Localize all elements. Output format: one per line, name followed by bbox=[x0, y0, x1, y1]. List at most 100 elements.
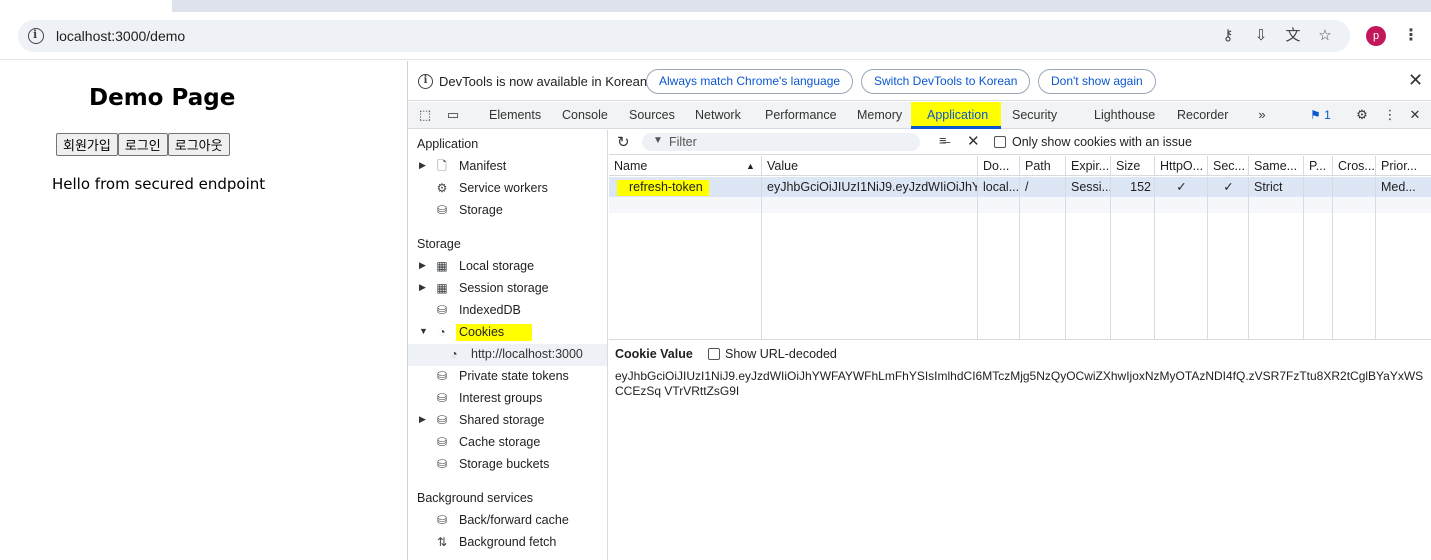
sidebar-item-background-fetch[interactable]: ⇅ Background fetch bbox=[408, 532, 607, 554]
inspect-element-icon[interactable]: ⬚ bbox=[417, 107, 433, 123]
column-divider bbox=[1304, 177, 1333, 339]
sidebar-item-label: Interest groups bbox=[459, 391, 543, 405]
collapse-arrow-icon[interactable]: ▼ bbox=[419, 326, 428, 336]
sidebar-item-label: Cache storage bbox=[459, 435, 541, 449]
clear-all-cookies-icon[interactable]: ≡̶ bbox=[939, 133, 947, 148]
sidebar-item-storage-buckets[interactable]: ⛁ Storage buckets bbox=[408, 454, 607, 476]
devtools-menu-icon[interactable]: ⋮ bbox=[1382, 107, 1398, 123]
only-issues-checkbox[interactable] bbox=[994, 136, 1006, 148]
tab-console[interactable]: Console bbox=[562, 108, 608, 122]
key-icon[interactable]: ⚷ bbox=[1219, 27, 1237, 45]
tab-memory[interactable]: Memory bbox=[857, 108, 902, 122]
sidebar-item-cookie-origin[interactable]: ◔ http://localhost:3000 bbox=[408, 344, 607, 366]
tab-lighthouse[interactable]: Lighthouse bbox=[1094, 108, 1155, 122]
sidebar-item-label: IndexedDB bbox=[459, 303, 521, 317]
sidebar-item-label: Background fetch bbox=[459, 535, 557, 549]
tab-network[interactable]: Network bbox=[695, 108, 741, 122]
sidebar-item-label: Service workers bbox=[459, 181, 548, 195]
delete-selected-icon[interactable]: ✕ bbox=[967, 132, 980, 150]
column-divider bbox=[1111, 177, 1155, 339]
filter-input[interactable]: ▼ Filter bbox=[642, 133, 920, 151]
sidebar-item-label: http://localhost:3000 bbox=[471, 347, 583, 361]
sidebar-item-interest-groups[interactable]: ⛁ Interest groups bbox=[408, 388, 607, 410]
switch-language-button[interactable]: Switch DevTools to Korean bbox=[861, 69, 1031, 94]
tab-security[interactable]: Security bbox=[1012, 108, 1057, 122]
filter-placeholder: Filter bbox=[669, 135, 697, 149]
cookie-value-text[interactable]: eyJhbGciOiJIUzI1NiJ9.eyJzdWIiOiJhYWFAYWF… bbox=[615, 369, 1430, 399]
logout-button[interactable]: 로그아웃 bbox=[167, 133, 230, 156]
sidebar-item-private-state-tokens[interactable]: ⛁ Private state tokens bbox=[408, 366, 607, 388]
match-language-button[interactable]: Always match Chrome's language bbox=[646, 69, 854, 94]
up-down-arrows-icon: ⇅ bbox=[436, 535, 448, 549]
browser-menu-icon[interactable]: ⋮ bbox=[1403, 25, 1419, 47]
gears-icon: ⚙ bbox=[436, 181, 448, 195]
tab-sources[interactable]: Sources bbox=[629, 108, 675, 122]
profile-avatar[interactable]: p bbox=[1366, 26, 1386, 46]
column-header-httponly[interactable]: HttpO... bbox=[1155, 156, 1208, 176]
devtools-tabs: ⬚ ▭ Elements Console Sources Network Per… bbox=[408, 102, 1431, 129]
site-info-icon[interactable] bbox=[28, 28, 44, 44]
filter-icon: ▼ bbox=[653, 135, 663, 146]
active-tab-underline bbox=[911, 126, 1001, 129]
sidebar-item-back-forward-cache[interactable]: ⛁ Back/forward cache bbox=[408, 510, 607, 532]
only-issues-label: Only show cookies with an issue bbox=[1012, 135, 1192, 149]
column-divider bbox=[1020, 177, 1066, 339]
tab-performance[interactable]: Performance bbox=[765, 108, 837, 122]
url-decoded-checkbox[interactable] bbox=[708, 348, 720, 360]
infobar-message: DevTools is now available in Korean! bbox=[439, 74, 651, 89]
tab-elements[interactable]: Elements bbox=[489, 108, 541, 122]
column-header-path[interactable]: Path bbox=[1020, 156, 1066, 176]
expand-arrow-icon[interactable]: ▶ bbox=[419, 160, 426, 171]
address-bar[interactable]: localhost:3000/demo ⚷ ⇩ 文 ☆ bbox=[18, 20, 1350, 52]
sidebar-item-service-workers[interactable]: ⚙ Service workers bbox=[408, 178, 607, 200]
expand-arrow-icon[interactable]: ▶ bbox=[419, 260, 426, 271]
sidebar-item-shared-storage[interactable]: ▶ ⛁ Shared storage bbox=[408, 410, 607, 432]
column-header-expires[interactable]: Expir... bbox=[1066, 156, 1111, 176]
install-app-icon[interactable]: ⇩ bbox=[1252, 27, 1270, 45]
tab-recorder[interactable]: Recorder bbox=[1177, 108, 1228, 122]
login-button[interactable]: 로그인 bbox=[117, 133, 168, 156]
tab-application[interactable]: Application bbox=[927, 108, 988, 122]
header-text: Name bbox=[614, 159, 648, 173]
dont-show-again-button[interactable]: Don't show again bbox=[1038, 69, 1156, 94]
sidebar-item-indexeddb[interactable]: ⛁ IndexedDB bbox=[408, 300, 607, 322]
settings-gear-icon[interactable]: ⚙ bbox=[1354, 107, 1370, 123]
database-icon: ⛁ bbox=[436, 457, 448, 471]
sidebar-item-session-storage[interactable]: ▶ ▦ Session storage bbox=[408, 278, 607, 300]
device-toolbar-icon[interactable]: ▭ bbox=[445, 107, 461, 123]
devtools-panel: i DevTools is now available in Korean! A… bbox=[407, 61, 1431, 560]
signup-button[interactable]: 회원가입 bbox=[56, 133, 118, 156]
sidebar-item-local-storage[interactable]: ▶ ▦ Local storage bbox=[408, 256, 607, 278]
column-divider bbox=[1249, 177, 1304, 339]
expand-arrow-icon[interactable]: ▶ bbox=[419, 414, 426, 425]
expand-arrow-icon[interactable]: ▶ bbox=[419, 282, 426, 293]
column-header-cross-site[interactable]: Cros... bbox=[1333, 156, 1376, 176]
sidebar-item-storage[interactable]: ⛁ Storage bbox=[408, 200, 607, 222]
close-icon[interactable]: ✕ bbox=[1408, 70, 1423, 91]
close-devtools-icon[interactable]: ✕ bbox=[1407, 107, 1423, 123]
column-header-value[interactable]: Value bbox=[762, 156, 978, 176]
database-icon: ⛁ bbox=[436, 303, 448, 317]
active-browser-tab[interactable] bbox=[0, 0, 172, 12]
sidebar-item-manifest[interactable]: ▶ 🗋 Manifest bbox=[408, 156, 607, 178]
column-header-secure[interactable]: Sec... bbox=[1208, 156, 1249, 176]
sidebar-item-cookies[interactable]: ▼ ◔ Cookies bbox=[408, 322, 607, 344]
issues-counter[interactable]: ⚑ 1 bbox=[1310, 108, 1331, 122]
translate-icon[interactable]: 文 bbox=[1284, 27, 1302, 45]
column-divider bbox=[978, 177, 1020, 339]
column-header-partition[interactable]: P... bbox=[1304, 156, 1333, 176]
database-icon: ⛁ bbox=[436, 369, 448, 383]
more-tabs-icon[interactable]: » bbox=[1254, 107, 1270, 123]
column-header-size[interactable]: Size bbox=[1111, 156, 1155, 176]
sidebar-item-label: Local storage bbox=[459, 259, 535, 273]
info-icon: i bbox=[418, 74, 433, 89]
sidebar-item-label: Private state tokens bbox=[459, 369, 569, 383]
bookmark-star-icon[interactable]: ☆ bbox=[1316, 27, 1334, 45]
refresh-icon[interactable]: ↻ bbox=[617, 133, 630, 151]
column-header-domain[interactable]: Do... bbox=[978, 156, 1020, 176]
sidebar-item-cache-storage[interactable]: ⛁ Cache storage bbox=[408, 432, 607, 454]
url-text[interactable]: localhost:3000/demo bbox=[56, 28, 185, 44]
column-header-samesite[interactable]: Same... bbox=[1249, 156, 1304, 176]
column-header-priority[interactable]: Prior... bbox=[1376, 156, 1431, 176]
column-header-name[interactable]: Name ▲ bbox=[609, 156, 762, 176]
